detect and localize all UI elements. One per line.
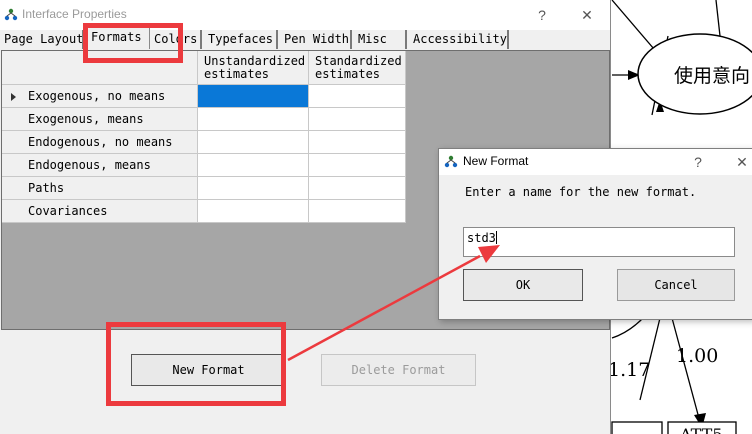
annotation-arrow (287, 245, 500, 362)
